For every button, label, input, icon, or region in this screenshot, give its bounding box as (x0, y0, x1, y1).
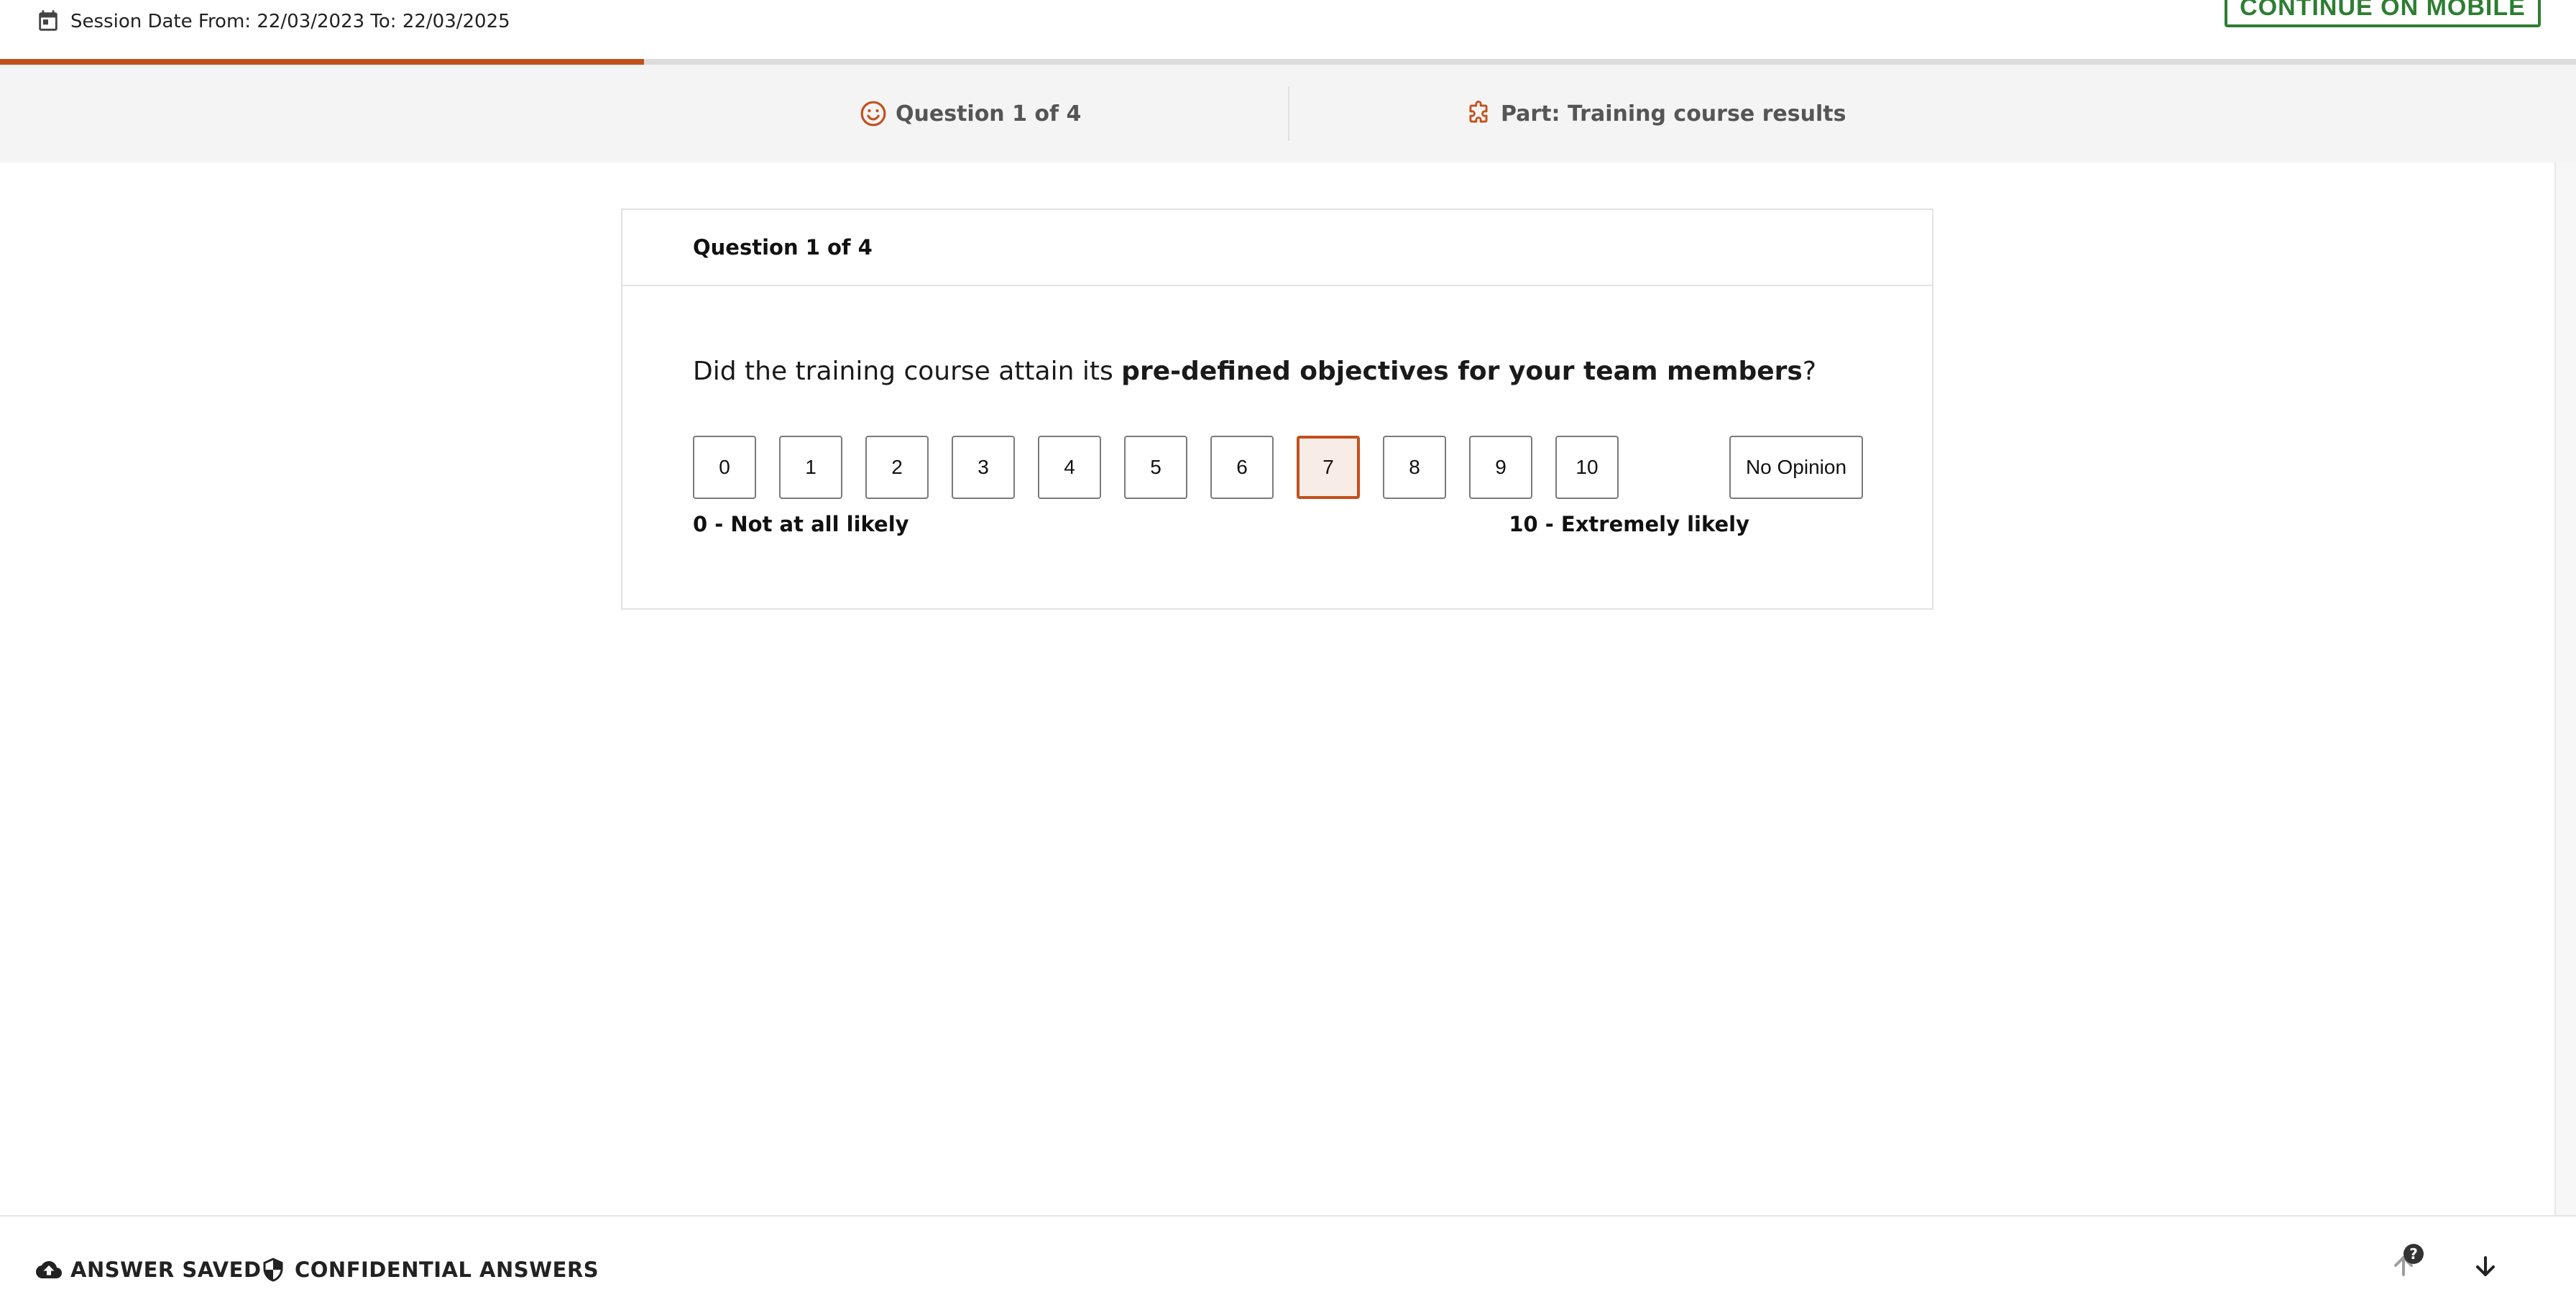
puzzle-icon (1469, 101, 1488, 123)
answer-saved-status: ANSWER SAVED (36, 1254, 262, 1286)
smiley-icon (860, 101, 886, 127)
scale-option-9[interactable]: 9 (1469, 436, 1532, 499)
scrollbar[interactable] (2554, 162, 2576, 1215)
session-date-text: Session Date From: 22/03/2023 To: 22/03/… (70, 11, 510, 32)
shield-icon (263, 1258, 283, 1282)
scale-option-2[interactable]: 2 (865, 436, 929, 499)
question-text-bold: pre-defined objectives for your team mem… (1121, 357, 1803, 386)
scale-option-10[interactable]: 10 (1555, 436, 1619, 499)
scale-option-6[interactable]: 6 (1210, 436, 1274, 499)
calendar-icon (39, 10, 58, 31)
part-indicator: Part: Training course results (1465, 65, 1846, 162)
scale-option-7[interactable]: 7 (1297, 436, 1360, 499)
progress-bar (0, 59, 2576, 65)
session-date: Session Date From: 22/03/2023 To: 22/03/… (36, 9, 510, 35)
scale-min-label: 0 - Not at all likely (693, 512, 909, 536)
confidential-answers-link[interactable]: CONFIDENTIAL ANSWERS (260, 1254, 599, 1286)
help-badge[interactable]: ? (2404, 1244, 2424, 1264)
question-indicator-label: Question 1 of 4 (896, 101, 1082, 127)
confidential-answers-label: CONFIDENTIAL ANSWERS (295, 1258, 599, 1282)
scale-option-0[interactable]: 0 (693, 436, 756, 499)
scale-option-8[interactable]: 8 (1383, 436, 1446, 499)
scale-option-3[interactable]: 3 (952, 436, 1015, 499)
answer-saved-label: ANSWER SAVED (70, 1258, 262, 1282)
question-indicator: Question 1 of 4 (860, 65, 1081, 162)
scale-max-label: 10 - Extremely likely (1509, 512, 1749, 536)
scale-option-1[interactable]: 1 (779, 436, 842, 499)
card-header: Question 1 of 4 (622, 210, 1932, 286)
question-text-prefix: Did the training course attain its (693, 357, 1122, 386)
strip-divider (1288, 86, 1289, 141)
no-opinion-button[interactable]: No Opinion (1729, 436, 1863, 499)
question-text-suffix: ? (1802, 357, 1816, 386)
continue-on-mobile-button[interactable]: CONTINUE ON MOBILE (2225, 0, 2541, 27)
part-indicator-label: Part: Training course results (1501, 101, 1846, 127)
footer-bar: ANSWER SAVED CONFIDENTIAL ANSWERS (0, 1215, 2576, 1310)
cloud-upload-icon (36, 1261, 62, 1278)
question-text: Did the training course attain its pre-d… (693, 357, 1816, 386)
card-title: Question 1 of 4 (693, 235, 873, 260)
scale-option-5[interactable]: 5 (1124, 436, 1187, 499)
arrow-down-icon[interactable] (2470, 1251, 2501, 1283)
info-strip: Question 1 of 4 Part: Training course re… (0, 65, 2576, 162)
top-bar: Session Date From: 22/03/2023 To: 22/03/… (0, 0, 2576, 59)
scale-option-4[interactable]: 4 (1038, 436, 1101, 499)
question-card: Question 1 of 4 Did the training course … (621, 209, 1933, 610)
progress-fill (0, 59, 644, 65)
